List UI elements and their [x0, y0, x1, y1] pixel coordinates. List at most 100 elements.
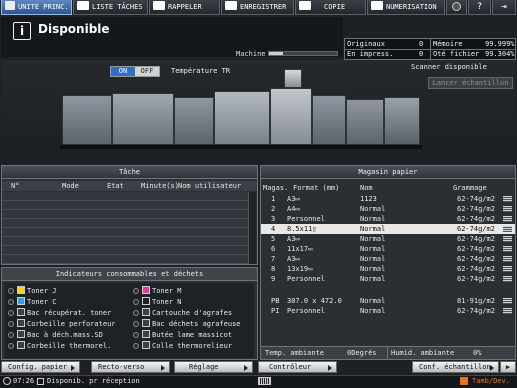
- paper-tray-row[interactable]: PB 307.0 x 472.0 Normal 81-91g/m2: [261, 296, 515, 306]
- tray-tray: 5: [271, 235, 276, 243]
- keyboard-icon[interactable]: [258, 377, 271, 385]
- temperature-toggle[interactable]: ON OFF: [110, 66, 160, 77]
- tab-job-list[interactable]: LISTE TÂCHES: [73, 0, 148, 15]
- tab-scan[interactable]: NUMERISATION: [367, 0, 445, 15]
- consumable-label: Toner C: [27, 298, 57, 306]
- tray-name: Normal: [360, 215, 386, 223]
- list-icon: [77, 1, 89, 10]
- paper-tray-row[interactable]: 4 8.5x11▯ Normal 62-74g/m2: [261, 224, 515, 234]
- task-panel: Tâche N° Mode Etat Minute(s) Nom utilisa…: [1, 165, 258, 265]
- tab-main-unit[interactable]: UNITE PRINC.: [1, 0, 72, 15]
- consumable-label: Toner N: [152, 298, 182, 306]
- globe-button[interactable]: [446, 0, 467, 15]
- consumable-label: Corbeille thermorel.: [27, 342, 112, 350]
- toner-icon: [17, 297, 25, 305]
- paper-tray-row[interactable]: 2 A4▭ Normal 62-74g/m2: [261, 204, 515, 214]
- tray-name: 1123: [360, 195, 377, 203]
- paper-tray-row[interactable]: 3 Personnel Normal 62-74g/m2: [261, 214, 515, 224]
- sample-config-button[interactable]: Conf. échantillon: [412, 361, 499, 373]
- temp-off-button[interactable]: OFF: [135, 67, 159, 76]
- bin-icon: [142, 341, 150, 349]
- recall-icon: [153, 1, 165, 10]
- file-value: 99.304%: [485, 50, 515, 58]
- tray-weight: 62-74g/m2: [457, 235, 495, 243]
- bin-icon: [142, 319, 150, 327]
- tray-tray: 7: [271, 255, 276, 263]
- machine-feeder: [112, 93, 174, 145]
- toner-icon: [142, 286, 150, 294]
- paper-level-icon: [503, 266, 512, 272]
- paper-level-icon: [503, 216, 512, 222]
- task-list[interactable]: [2, 192, 248, 264]
- next-page-button[interactable]: ▶: [500, 361, 516, 373]
- paper-tray-row[interactable]: 7 A3▭ Normal 62-74g/m2: [261, 254, 515, 264]
- paper-level-icon: [503, 206, 512, 212]
- paper-tray-row[interactable]: PI Personnel Normal 62-74g/m2: [261, 306, 515, 316]
- logout-button[interactable]: ⇥: [492, 0, 516, 15]
- tray-weight: 62-74g/m2: [457, 275, 495, 283]
- col-weight: Grammage: [453, 184, 487, 192]
- paper-config-button[interactable]: Config. papier: [1, 361, 80, 373]
- consumable-label: Cartouche d'agrafes: [152, 309, 233, 317]
- paper-level-icon: [503, 246, 512, 252]
- tray-format: A4▭: [287, 205, 300, 213]
- paper-level-icon: [503, 276, 512, 282]
- tray-name: Normal: [360, 275, 386, 283]
- tab-register[interactable]: ENREGISTRER: [221, 0, 294, 15]
- printing-label: En impress.: [347, 50, 394, 58]
- globe-icon: [452, 2, 461, 11]
- tray-weight: 62-74g/m2: [457, 255, 495, 263]
- paper-tray-row[interactable]: 5 A3▭ Normal 62-74g/m2: [261, 234, 515, 244]
- humid-label: Humid. ambiante: [391, 349, 455, 357]
- home-icon: [5, 1, 15, 10]
- task-scrollbar[interactable]: [248, 192, 256, 264]
- counter-panel: Originaux 0 Mémoire 99.999% En impress. …: [344, 38, 516, 60]
- adjust-button[interactable]: Réglage: [174, 361, 253, 373]
- tab-label: LISTE TÂCHES: [92, 3, 143, 11]
- paper-header: Magas. Format (mm) Nom Grammage: [261, 183, 515, 193]
- temp-on-button[interactable]: ON: [111, 67, 135, 76]
- paper-level-icon: [503, 298, 512, 304]
- controller-button[interactable]: Contrôleur: [258, 361, 337, 373]
- consumable-item: Colle thermorelieur: [133, 341, 232, 351]
- col-mode: Mode: [62, 182, 79, 190]
- status-title: Disponible: [38, 22, 110, 36]
- tray-tray: 2: [271, 205, 276, 213]
- tab-label: UNITE PRINC.: [18, 3, 69, 11]
- tab-recall[interactable]: RAPPELER: [149, 0, 220, 15]
- tray-name: Normal: [360, 307, 386, 315]
- tray-format: A3▭: [287, 195, 300, 203]
- machine-unit-b: [312, 95, 346, 145]
- task-title: Tâche: [2, 166, 257, 179]
- tab-copy[interactable]: COPIE: [295, 0, 366, 15]
- consumable-item: Bac déchets agrafeuse: [133, 319, 241, 329]
- tray-tray: 3: [271, 215, 276, 223]
- start-sample-button[interactable]: Lancer échantillon: [428, 77, 513, 89]
- paper-tray-row[interactable]: 1 A3▭ 1123 62-74g/m2: [261, 194, 515, 204]
- temp-value: 0Degrés: [347, 349, 377, 357]
- tray-weight: 62-74g/m2: [457, 265, 495, 273]
- tray-weight: 62-74g/m2: [457, 195, 495, 203]
- paper-tray-row[interactable]: 8 13x19▭ Normal 62-74g/m2: [261, 264, 515, 274]
- tray-tray: PI: [271, 307, 280, 315]
- tray-weight: 62-74g/m2: [457, 245, 495, 253]
- printer-icon: [37, 378, 44, 385]
- register-icon: [225, 1, 237, 10]
- paper-tray-row[interactable]: 6 11x17▭ Normal 62-74g/m2: [261, 244, 515, 254]
- machine-finisher-right: [384, 97, 420, 145]
- tab-label: COPIE: [324, 3, 346, 11]
- clock-icon: [3, 377, 11, 385]
- duplex-button[interactable]: Recto-verso: [91, 361, 170, 373]
- tray-format: Personnel: [287, 215, 325, 223]
- file-label: Oté fichier: [433, 50, 480, 58]
- machine-progress: [268, 51, 338, 56]
- tray-tray: 6: [271, 245, 276, 253]
- toner-icon: [142, 297, 150, 305]
- warning-icon: [460, 377, 468, 385]
- paper-level-icon: [503, 256, 512, 262]
- status-dot-icon: [8, 299, 14, 305]
- paper-tray-row[interactable]: 9 Personnel Normal 62-74g/m2: [261, 274, 515, 284]
- machine-finisher-left: [62, 95, 112, 145]
- help-button[interactable]: ?: [468, 0, 491, 15]
- consumable-item: Toner N: [133, 297, 182, 307]
